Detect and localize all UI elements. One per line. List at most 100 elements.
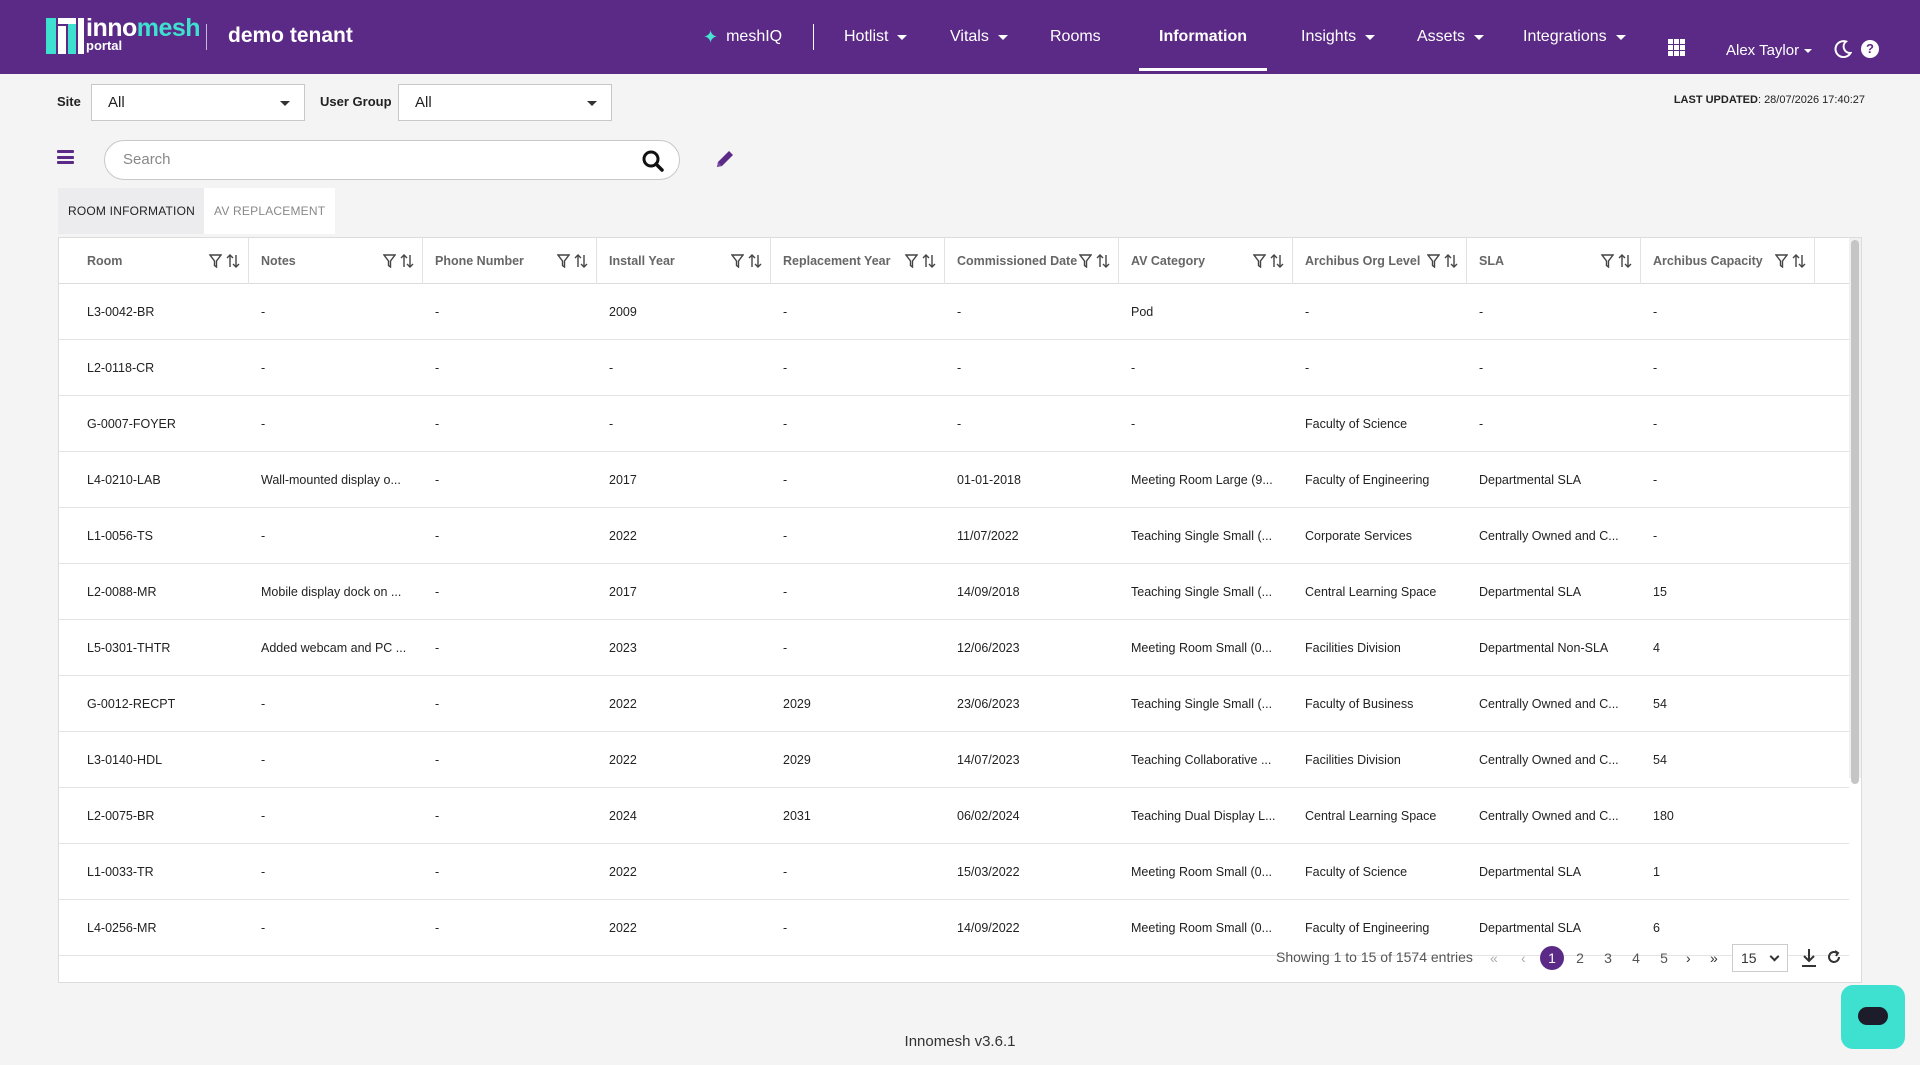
sort-icon[interactable] — [226, 254, 240, 268]
user-name: Alex Taylor — [1726, 42, 1800, 59]
column-header-sla[interactable]: SLA — [1467, 238, 1641, 284]
last-page-icon[interactable]: » — [1710, 946, 1718, 970]
table-row[interactable]: L1-0033-TR - - 2022 - 15/03/2022 Meeting Room … — [59, 844, 1849, 900]
cell-av-category: - — [1131, 361, 1136, 375]
sparkle-icon: ✦ — [703, 26, 719, 47]
scrollbar-thumb[interactable] — [1851, 240, 1859, 784]
nav-rooms[interactable]: Rooms — [1050, 0, 1101, 74]
user-group-label: User Group — [320, 94, 392, 109]
nav-assets[interactable]: Assets — [1417, 0, 1485, 74]
download-icon[interactable] — [1800, 948, 1818, 968]
table-row[interactable]: L2-0075-BR - - 2024 2031 06/02/2024 Teaching D… — [59, 788, 1849, 844]
cell-av-category: Meeting Room Large (9... — [1131, 473, 1273, 487]
sort-icon[interactable] — [1618, 254, 1632, 268]
refresh-icon[interactable] — [1826, 949, 1842, 965]
nav-information[interactable]: Information — [1139, 0, 1267, 74]
nav-meshiq[interactable]: ✦ meshIQ — [703, 0, 782, 74]
chat-widget-button[interactable] — [1841, 985, 1905, 1049]
cell-room: L3-0140-HDL — [87, 753, 163, 767]
table-row[interactable]: L4-0210-LAB Wall-mounted display o... - 201… — [59, 452, 1849, 508]
tab-room-information[interactable]: ROOM INFORMATION — [58, 188, 205, 234]
help-icon[interactable]: ? — [1861, 40, 1879, 58]
sort-icon[interactable] — [574, 254, 588, 268]
table-row[interactable]: L2-0118-CR - - - - - - - - - — [59, 340, 1849, 396]
nav-hotlist[interactable]: Hotlist — [844, 0, 908, 74]
filter-icon[interactable] — [209, 254, 222, 268]
table-row[interactable]: L3-0042-BR - - 2009 - - Pod - - - — [59, 284, 1849, 340]
edit-pencil-icon[interactable] — [714, 148, 736, 170]
sort-icon[interactable] — [1270, 254, 1284, 268]
page-button-5[interactable]: 5 — [1652, 946, 1676, 970]
table-row[interactable]: L1-0056-TS - - 2022 - 11/07/2022 Teaching Sing… — [59, 508, 1849, 564]
apps-grid-icon[interactable] — [1668, 39, 1685, 56]
column-menu-icon[interactable] — [57, 150, 74, 164]
user-group-select-value: All — [415, 94, 432, 111]
column-header-notes[interactable]: Notes — [249, 238, 423, 284]
sort-icon[interactable] — [400, 254, 414, 268]
page-button-2[interactable]: 2 — [1568, 946, 1592, 970]
table-row[interactable]: L5-0301-THTR Added webcam and PC ... - 2023… — [59, 620, 1849, 676]
cell-archibus-org-level: Corporate Services — [1305, 529, 1412, 543]
page-button-3[interactable]: 3 — [1596, 946, 1620, 970]
cell-replacement-year: - — [783, 585, 788, 599]
search-icon[interactable] — [641, 149, 665, 173]
filter-icon[interactable] — [1079, 254, 1092, 268]
nav-vitals[interactable]: Vitals — [950, 0, 1008, 74]
filter-icon[interactable] — [1601, 254, 1614, 268]
table-row[interactable]: G-0012-RECPT - - 2022 2029 23/06/2023 Teaching… — [59, 676, 1849, 732]
page-size-select[interactable]: 15 — [1732, 944, 1788, 972]
cell-archibus-org-level: Faculty of Business — [1305, 697, 1414, 711]
page-button-4[interactable]: 4 — [1624, 946, 1648, 970]
nav-integrations[interactable]: Integrations — [1523, 0, 1626, 74]
cell-commissioned-date: - — [957, 305, 962, 319]
column-header-av-category[interactable]: AV Category — [1119, 238, 1293, 284]
column-header-phone-number[interactable]: Phone Number — [423, 238, 597, 284]
table-row[interactable]: G-0007-FOYER - - - - - - Faculty of Science - - — [59, 396, 1849, 452]
vertical-scrollbar[interactable] — [1849, 238, 1861, 784]
filter-icon[interactable] — [1253, 254, 1266, 268]
innomesh-logo-icon — [46, 18, 84, 54]
next-page-icon[interactable]: › — [1686, 946, 1691, 970]
column-header-actions — [1775, 254, 1814, 268]
filter-icon[interactable] — [383, 254, 396, 268]
cell-archibus-capacity: - — [1653, 305, 1658, 319]
column-header-commissioned-date[interactable]: Commissioned Date — [945, 238, 1119, 284]
sort-icon[interactable] — [1096, 254, 1110, 268]
page-button-1[interactable]: 1 — [1540, 946, 1564, 970]
tab-av-replacement[interactable]: AV REPLACEMENT — [204, 188, 336, 234]
filter-icon[interactable] — [557, 254, 570, 268]
cell-av-category: Meeting Room Small (0... — [1131, 921, 1273, 935]
site-select[interactable]: All — [91, 84, 305, 121]
cell-phone-number: - — [435, 865, 440, 879]
column-header-room[interactable]: Room — [59, 238, 249, 284]
column-header-archibus-org-level[interactable]: Archibus Org Level — [1293, 238, 1467, 284]
sort-icon[interactable] — [1444, 254, 1458, 268]
sort-icon[interactable] — [922, 254, 936, 268]
first-page-icon[interactable]: « — [1490, 946, 1498, 970]
cell-commissioned-date: 14/09/2018 — [957, 585, 1020, 599]
filter-icon[interactable] — [731, 254, 744, 268]
column-header-install-year[interactable]: Install Year — [597, 238, 771, 284]
cell-commissioned-date: 12/06/2023 — [957, 641, 1020, 655]
cell-install-year: - — [609, 417, 614, 431]
dark-mode-moon-icon[interactable] — [1834, 40, 1852, 58]
chevron-down-icon — [1615, 34, 1626, 40]
previous-page-icon[interactable]: ‹ — [1521, 946, 1526, 970]
table-row[interactable]: L2-0088-MR Mobile display dock on ... - 201… — [59, 564, 1849, 620]
column-header-label: AV Category — [1131, 254, 1206, 268]
filter-icon[interactable] — [1775, 254, 1788, 268]
filter-icon[interactable] — [1427, 254, 1440, 268]
user-group-select[interactable]: All — [398, 84, 612, 121]
cell-replacement-year: 2029 — [783, 753, 811, 767]
nav-insights[interactable]: Insights — [1301, 0, 1376, 74]
sort-icon[interactable] — [1792, 254, 1806, 268]
cell-archibus-capacity: 15 — [1653, 585, 1667, 599]
search-input[interactable] — [123, 151, 603, 168]
sort-icon[interactable] — [748, 254, 762, 268]
user-menu[interactable]: Alex Taylor — [1726, 42, 1813, 59]
filter-icon[interactable] — [905, 254, 918, 268]
column-header-replacement-year[interactable]: Replacement Year — [771, 238, 945, 284]
column-header-archibus-capacity[interactable]: Archibus Capacity — [1641, 238, 1815, 284]
cell-av-category: Meeting Room Small (0... — [1131, 641, 1273, 655]
table-row[interactable]: L3-0140-HDL - - 2022 2029 14/07/2023 Teaching … — [59, 732, 1849, 788]
